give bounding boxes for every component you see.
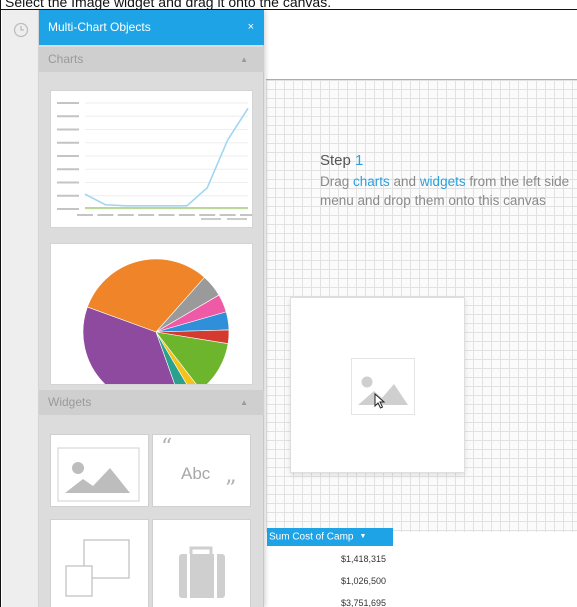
chevron-up-icon[interactable]: ▲ — [240, 390, 248, 415]
x-tick-label — [138, 214, 155, 216]
column-header-label: Sum Cost of Camp — [269, 531, 354, 543]
line-chart — [57, 102, 256, 220]
container-icon — [65, 539, 130, 597]
charts-section-label: Charts — [48, 52, 84, 66]
text-widget-tile[interactable]: “ Abc ” — [152, 434, 251, 507]
step-description: Drag charts and widgets from the left si… — [320, 172, 577, 210]
left-rail — [2, 10, 39, 607]
step-title: Step 1 — [320, 151, 577, 171]
legend-entry — [201, 218, 221, 220]
close-quote-icon: ” — [225, 477, 237, 502]
x-tick-label — [117, 214, 134, 216]
column-header-sum-cost[interactable]: Sum Cost of Camp ▼ — [267, 528, 393, 546]
x-tick-label — [158, 214, 175, 216]
image-icon — [57, 447, 140, 502]
charts-link: charts — [353, 174, 390, 189]
step-text-start: Drag — [320, 174, 354, 189]
multi-chart-objects-panel: Multi-Chart Objects × Charts ▲ Widgets ▲ — [39, 10, 264, 607]
clock-icon[interactable] — [13, 22, 29, 38]
pie-chart-thumbnail[interactable] — [50, 243, 253, 406]
image-widget-tile[interactable] — [50, 434, 149, 507]
y-tick-label — [57, 155, 79, 157]
step-label: Step — [320, 152, 351, 169]
widgets-section-label: Widgets — [48, 395, 92, 409]
line-chart-thumbnail[interactable] — [50, 90, 256, 228]
table-cell: $3,751,695 — [340, 598, 386, 607]
x-tick-label — [219, 214, 236, 216]
x-tick-label — [77, 214, 93, 216]
close-icon[interactable]: × — [248, 10, 254, 45]
pie-chart — [82, 258, 230, 406]
widgets-section-header[interactable]: Widgets ▲ — [39, 390, 264, 415]
y-tick-label — [57, 128, 79, 131]
x-tick-label — [97, 214, 114, 216]
y-tick-label — [57, 181, 79, 184]
y-tick-label — [57, 208, 79, 210]
table-cell: $1,026,500 — [340, 576, 386, 586]
widgets-link: widgets — [419, 174, 466, 189]
line-series — [84, 107, 249, 207]
legend-entry — [227, 218, 247, 220]
step-number: 1 — [355, 152, 364, 169]
instruction-text: Select the Image widget and drag it onto… — [5, 0, 332, 10]
dashboard-canvas[interactable]: Step 1 Drag charts and widgets from the … — [266, 10, 577, 607]
y-tick-label — [57, 115, 79, 118]
text-icon: Abc — [181, 464, 211, 483]
chevron-up-icon[interactable]: ▲ — [240, 47, 248, 72]
image-widget-drop[interactable] — [290, 297, 465, 473]
x-tick-label — [199, 214, 216, 216]
step-text-and: and — [389, 174, 420, 189]
x-tick-label — [178, 214, 195, 216]
dropdown-caret-icon[interactable]: ▼ — [359, 528, 366, 546]
open-quote-icon: “ — [161, 435, 173, 460]
table-cell: $1,418,315 — [340, 554, 386, 564]
x-tick-label — [240, 214, 256, 216]
briefcase-icon — [179, 546, 225, 598]
y-tick-label — [57, 102, 79, 104]
step-instructions: Step 1 Drag charts and widgets from the … — [320, 151, 577, 210]
panel-header: Multi-Chart Objects × — [39, 10, 264, 45]
panel-title: Multi-Chart Objects — [48, 20, 151, 34]
charts-section-header[interactable]: Charts ▲ — [39, 47, 264, 72]
cursor-arrow-icon — [374, 393, 386, 409]
y-tick-label — [57, 141, 79, 144]
y-tick-label — [57, 194, 79, 197]
container-widget-tile[interactable] — [50, 519, 149, 607]
screenshot-frame: Select the Image widget and drag it onto… — [0, 0, 577, 607]
y-tick-label — [57, 168, 79, 171]
briefcase-widget-tile[interactable] — [152, 519, 251, 607]
